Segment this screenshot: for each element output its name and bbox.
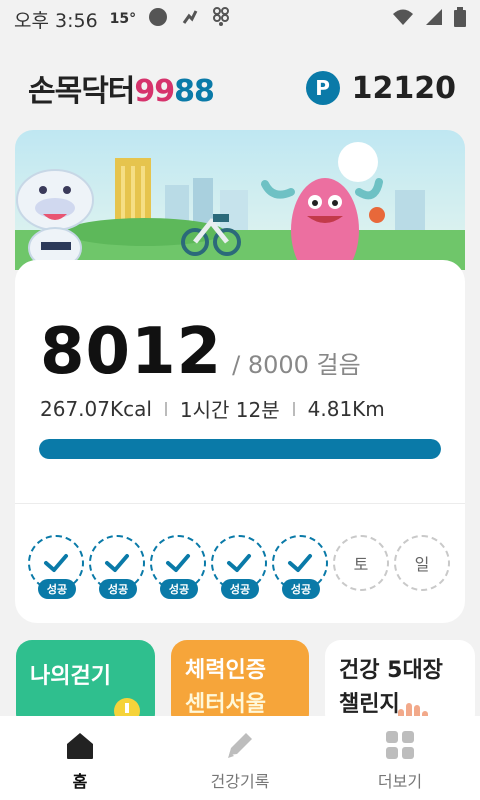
steps-count: 8012 [40, 315, 223, 389]
nav-home-label: 홈 [72, 772, 88, 791]
nav-health-record[interactable]: 건강기록 [160, 716, 320, 800]
stat-divider [164, 401, 167, 416]
circle-icon [148, 7, 168, 32]
steps-progress-bar [39, 439, 441, 459]
day-status-3[interactable]: 성공 [150, 535, 208, 599]
logo-number-99: 99 [134, 74, 175, 109]
day-label-saturday: 토 [333, 535, 389, 591]
challenge-line1: 건강 5대장 [339, 658, 443, 683]
day-status-1[interactable]: 성공 [28, 535, 86, 599]
battery-icon [454, 6, 466, 32]
walking-banner-illustration [15, 130, 465, 270]
my-walk-label: 나의걷기 [30, 664, 111, 689]
feature-tiles: 나의걷기 체력인증 센터서울 건강 5대장 챌린지 [16, 640, 475, 730]
app-logo[interactable]: 손목닥터9988 [28, 66, 215, 110]
success-badge: 성공 [160, 579, 198, 599]
activity-icon [180, 7, 200, 32]
success-badge: 성공 [99, 579, 137, 599]
duration-value: 1시간 12분 [179, 398, 280, 422]
day-status-4[interactable]: 성공 [211, 535, 269, 599]
fitness-center-line2-text: 센터서울 [185, 692, 266, 717]
nav-more-label: 더보기 [377, 772, 423, 791]
home-icon [67, 733, 93, 759]
success-badge: 성공 [38, 579, 76, 599]
calories-value: 267.07Kcal [40, 396, 152, 421]
app-header: 손목닥터9988 P 12120 [0, 60, 480, 116]
bottom-navigation: 홈 건강기록 더보기 [0, 716, 480, 800]
nav-home[interactable]: 홈 [0, 716, 160, 800]
steps-card[interactable]: 8012 / 8000 걸음 267.07Kcal 1시간 12분 4.81Km… [15, 260, 465, 623]
success-badge: 성공 [221, 579, 259, 599]
grid-icon [386, 731, 414, 759]
fitness-center-line1: 체력인증 [185, 658, 266, 683]
logo-number-88: 88 [174, 74, 215, 109]
day-status-2[interactable]: 성공 [89, 535, 147, 599]
logo-text: 손목닥터 [28, 74, 135, 109]
nav-health-record-label: 건강기록 [210, 772, 270, 791]
steps-summary: 8012 / 8000 걸음 [40, 315, 361, 389]
points-value: 12120 [351, 70, 456, 106]
stat-divider [292, 401, 295, 416]
day-status-sunday[interactable]: 일 [394, 535, 452, 597]
nav-more[interactable]: 더보기 [320, 716, 480, 800]
card-divider [15, 503, 465, 504]
app-grid-icon [212, 6, 230, 32]
wifi-icon [392, 8, 414, 31]
steps-goal: / 8000 걸음 [232, 351, 361, 379]
day-status-saturday[interactable]: 토 [333, 535, 391, 597]
status-time: 오후 3:56 [14, 9, 98, 32]
pencil-icon [228, 733, 252, 758]
status-bar: 오후 3:56 15° [0, 0, 480, 38]
steps-progress-fill [39, 439, 441, 459]
points-display[interactable]: P 12120 [305, 70, 456, 106]
status-temperature: 15° [109, 11, 137, 27]
points-icon: P [305, 71, 340, 105]
activity-stats: 267.07Kcal 1시간 12분 4.81Km [40, 394, 385, 423]
signal-icon [424, 8, 444, 31]
distance-value: 4.81Km [307, 396, 385, 421]
weekly-status: 성공 성공 성공 성공 성공 토 일 [28, 535, 452, 599]
success-badge: 성공 [282, 579, 320, 599]
day-status-5[interactable]: 성공 [272, 535, 330, 599]
day-label-sunday: 일 [394, 535, 450, 591]
